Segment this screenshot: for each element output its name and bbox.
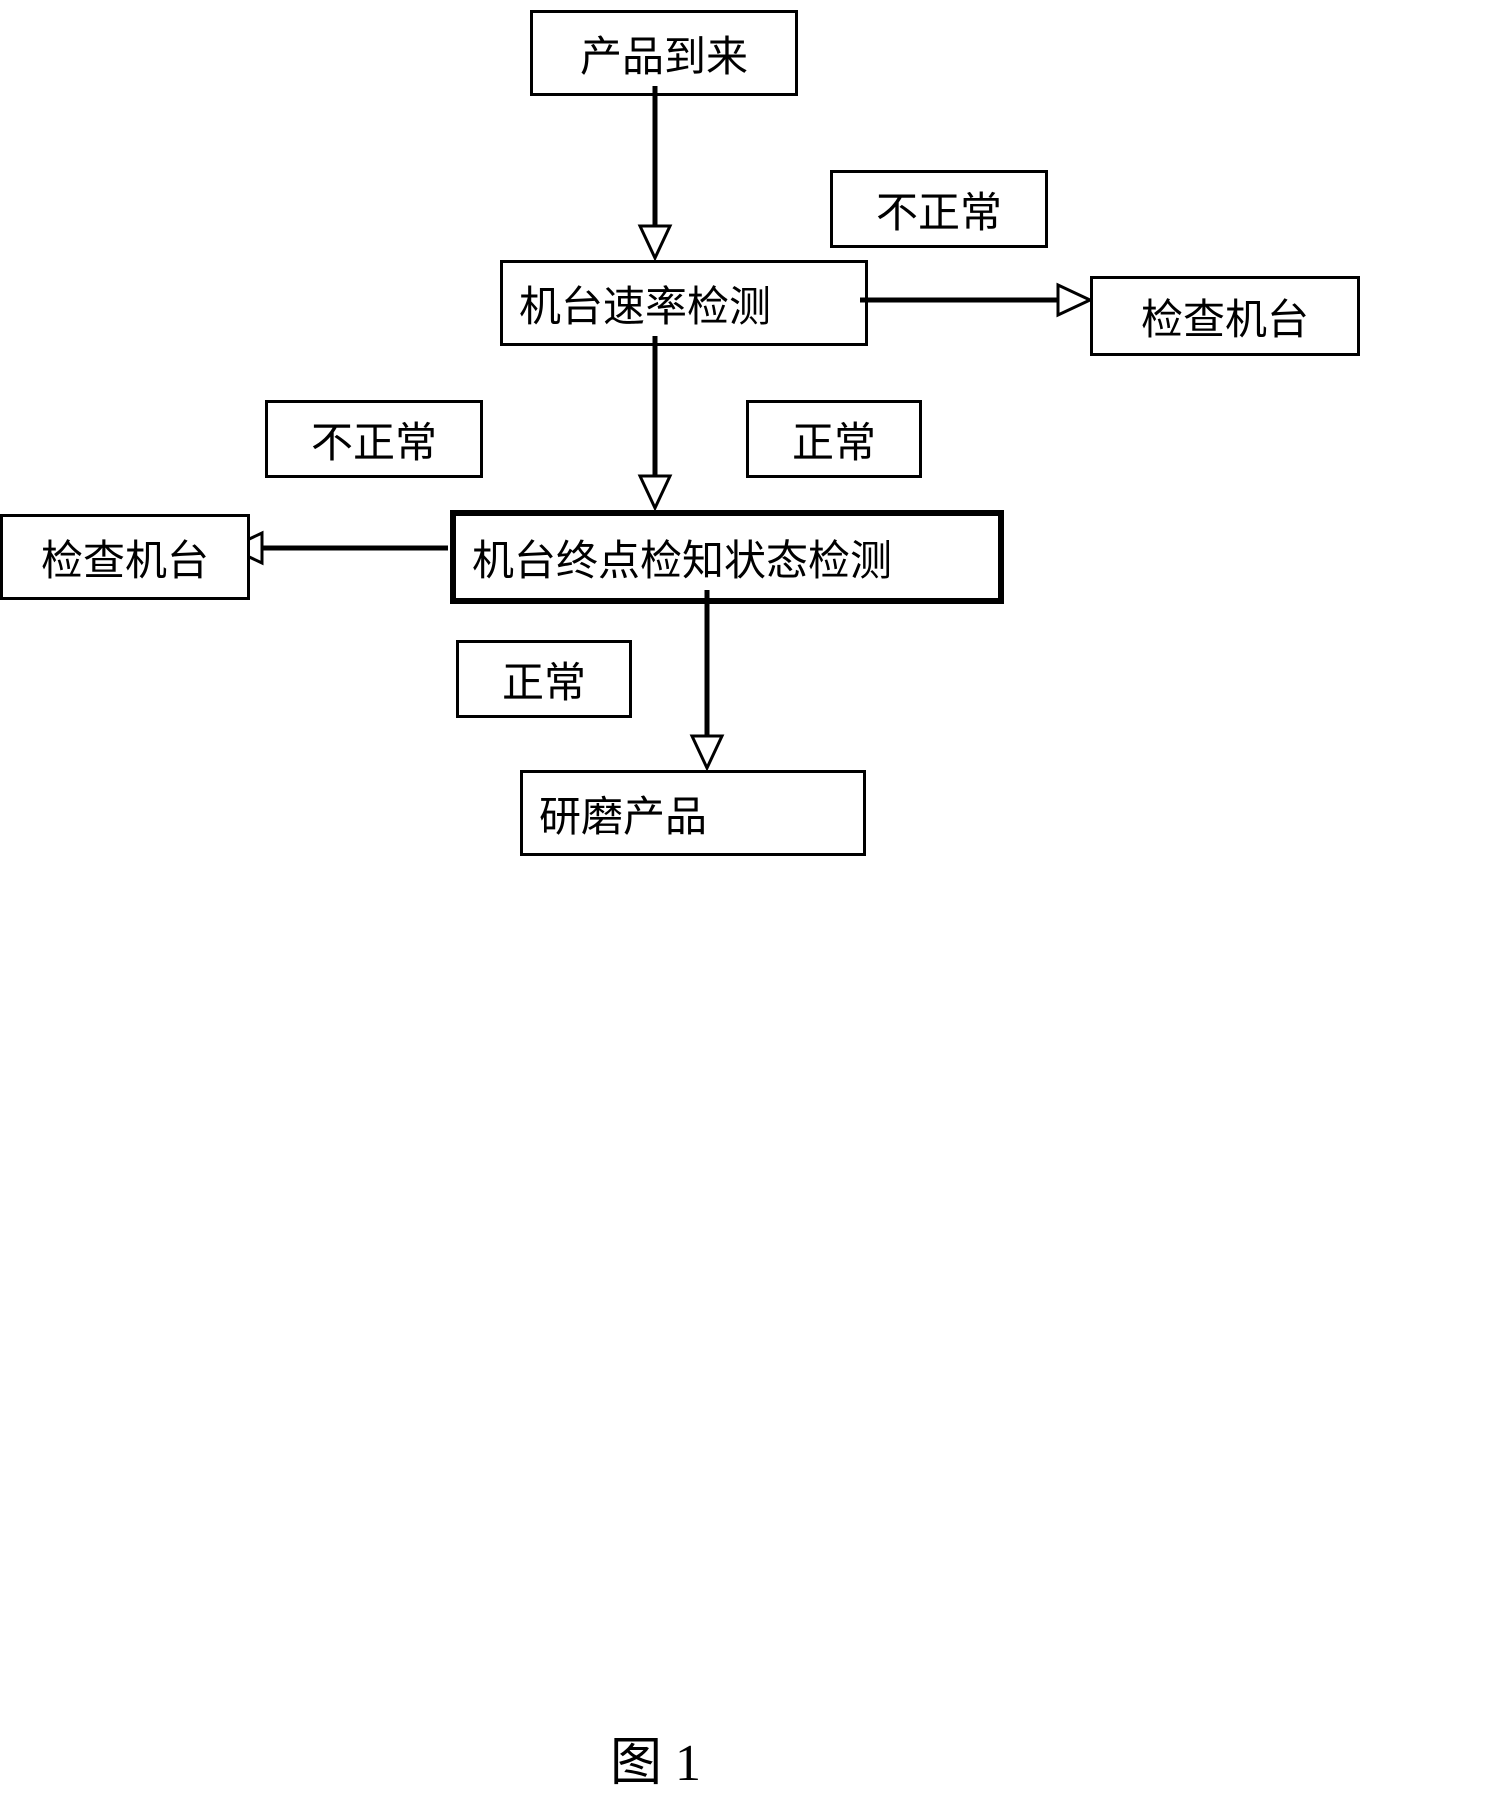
endpoint-check-label: 机台终点检知状态检测 [472,527,892,588]
abnormal-top-text: 不正常 [876,179,1002,240]
arrow-down-icon [640,336,670,508]
speed-check-node: 机台速率检测 [500,260,868,346]
speed-check-label: 机台速率检测 [519,273,771,334]
inspect-right-label: 检查机台 [1141,286,1309,347]
inspect-right-node: 检查机台 [1090,276,1360,356]
normal-bottom-text: 正常 [502,649,586,710]
arrow-down-icon [640,86,670,258]
caption-text: 图 1 [610,1735,701,1792]
endpoint-check-node: 机台终点检知状态检测 [450,510,1004,604]
normal-label-mid: 正常 [746,400,922,478]
arrow-left-icon [230,530,448,566]
start-label: 产品到来 [580,23,748,84]
abnormal-left-text: 不正常 [311,409,437,470]
inspect-left-node: 检查机台 [0,514,250,600]
start-node: 产品到来 [530,10,798,96]
grind-label: 研磨产品 [539,783,707,844]
abnormal-label-top: 不正常 [830,170,1048,248]
arrow-right-icon [860,282,1090,318]
normal-mid-text: 正常 [792,409,876,470]
abnormal-label-left: 不正常 [265,400,483,478]
figure-caption: 图 1 [610,1720,701,1795]
inspect-left-label: 检查机台 [41,527,209,588]
grind-node: 研磨产品 [520,770,866,856]
arrow-down-icon [692,590,722,768]
normal-label-bottom: 正常 [456,640,632,718]
